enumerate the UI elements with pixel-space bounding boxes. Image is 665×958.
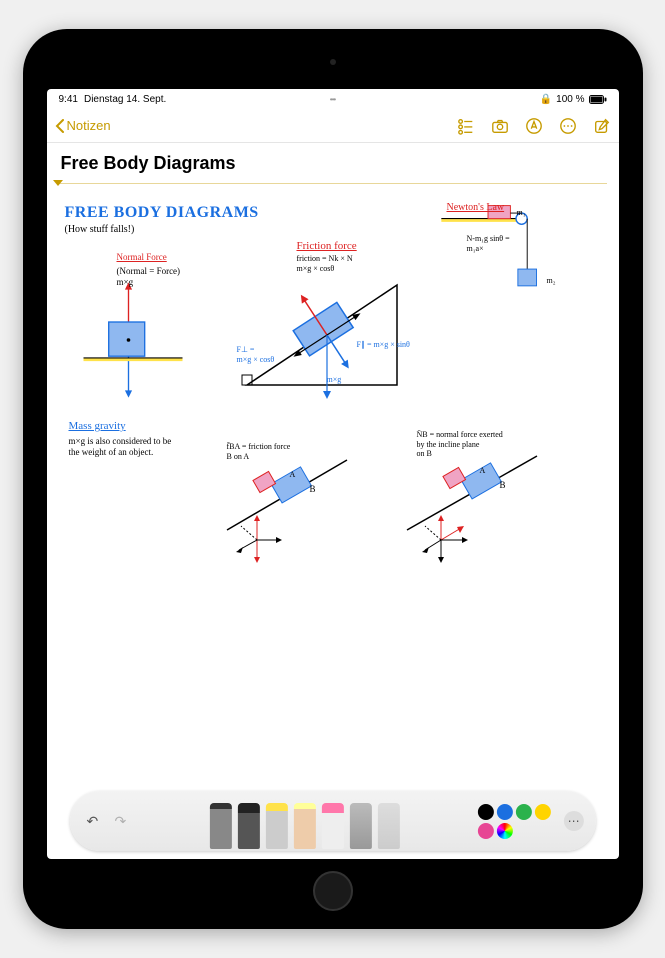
checklist-icon[interactable] <box>457 117 475 135</box>
home-button[interactable] <box>313 871 353 911</box>
note-title[interactable]: Free Body Diagrams <box>47 143 619 180</box>
tool-lasso[interactable] <box>349 803 371 849</box>
fba-text: f̄BA = friction force B on A <box>227 442 291 461</box>
color-pink[interactable] <box>478 823 494 839</box>
diagram-blocks-ab-2 <box>397 440 577 580</box>
tool-ruler[interactable] <box>377 803 399 849</box>
normal-force-label: Normal Force <box>117 252 167 263</box>
nb-text: N̄B = normal force exerted by the inclin… <box>417 430 503 459</box>
camera-icon[interactable] <box>491 117 509 135</box>
tool-eraser[interactable] <box>321 803 343 849</box>
color-yellow[interactable] <box>535 804 551 820</box>
drawing-canvas[interactable]: FREE BODY DIAGRAMS (How stuff falls!) No… <box>47 190 619 859</box>
newton-m1: m₁ <box>517 208 526 218</box>
tool-marker[interactable] <box>265 803 287 849</box>
nav-bar: Notizen <box>47 109 619 143</box>
newton-label: Newton's Law <box>447 202 505 214</box>
sketch-main-title: FREE BODY DIAGRAMS <box>65 204 259 222</box>
color-green[interactable] <box>516 804 532 820</box>
multitask-dots[interactable]: ••• <box>330 95 335 104</box>
front-camera <box>330 59 336 65</box>
friction-eq: friction = Nk × N m×g × cosθ <box>297 254 353 273</box>
more-icon[interactable] <box>559 117 577 135</box>
color-picker[interactable] <box>497 823 513 839</box>
screen: 9:41 Dienstag 14. Sept. ••• 🔒 100 % Noti… <box>47 89 619 859</box>
back-label: Notizen <box>67 118 111 133</box>
block-a-1: A <box>290 470 296 480</box>
tool-pencil[interactable] <box>209 803 231 849</box>
mass-gravity-label: Mass gravity <box>69 420 126 433</box>
status-bar: 9:41 Dienstag 14. Sept. ••• 🔒 100 % <box>47 89 619 109</box>
color-blue[interactable] <box>497 804 513 820</box>
sketch-subtitle: (How stuff falls!) <box>65 224 135 235</box>
chevron-left-icon <box>55 119 65 133</box>
diagram-newtons-law <box>427 200 577 340</box>
newton-m2: m₂ <box>547 276 556 286</box>
drawing-toolbar: ↶ ↷ ⋯ <box>69 791 595 851</box>
tool-pen[interactable] <box>237 803 259 849</box>
mass-gravity-text: m×g is also considered to be the weight … <box>69 436 179 458</box>
normal-force-eq: (Normal = Force) m×g <box>117 266 181 288</box>
block-a-2: A <box>480 466 486 476</box>
color-palette <box>478 804 558 839</box>
block-b-2: B <box>500 480 506 491</box>
battery-percent: 100 % <box>556 94 584 105</box>
battery-icon <box>589 95 607 104</box>
undo-button[interactable]: ↶ <box>81 810 103 832</box>
status-date: Dienstag 14. Sept. <box>84 94 166 105</box>
mxg-label: m×g <box>327 375 342 385</box>
f-perp-label: F⊥ = m×g × cosθ <box>237 345 275 364</box>
tool-colored-pencil[interactable] <box>293 803 315 849</box>
back-button[interactable]: Notizen <box>55 118 111 133</box>
f-par-label: F∥ = m×g × sinθ <box>357 340 410 350</box>
markup-icon[interactable] <box>525 117 543 135</box>
status-time: 9:41 <box>59 94 78 105</box>
ipad-frame: 9:41 Dienstag 14. Sept. ••• 🔒 100 % Noti… <box>23 29 643 929</box>
redo-button[interactable]: ↷ <box>109 810 131 832</box>
drawing-separator <box>55 180 611 190</box>
compose-icon[interactable] <box>593 117 611 135</box>
tool-row <box>137 791 471 851</box>
newton-eq: N-m₁g sinθ = m₁a× <box>467 234 510 253</box>
toolbar-more-button[interactable]: ⋯ <box>564 811 584 831</box>
orientation-lock-icon: 🔒 <box>540 94 552 105</box>
block-b-1: B <box>310 484 316 495</box>
friction-label: Friction force <box>297 240 357 253</box>
color-black[interactable] <box>478 804 494 820</box>
